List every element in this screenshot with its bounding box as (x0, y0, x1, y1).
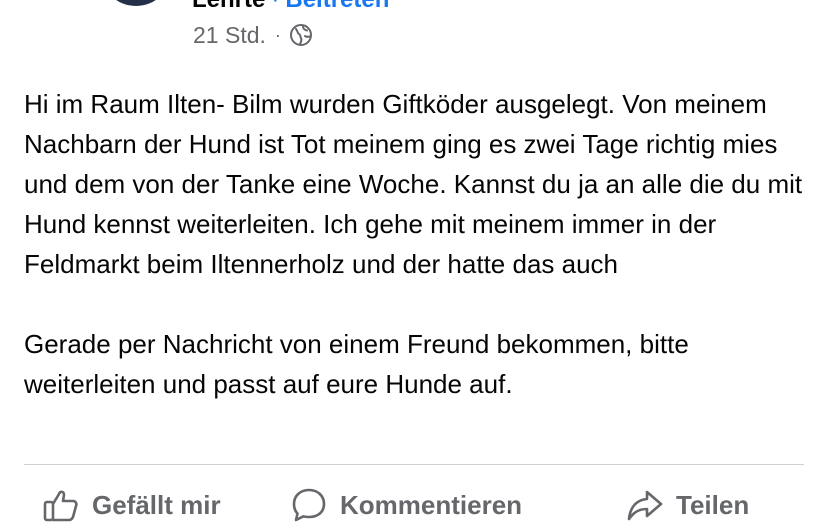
comment-bubble-icon (290, 486, 328, 524)
comment-button-label: Kommentieren (340, 489, 523, 520)
post-meta: 21 Std. · (193, 20, 313, 50)
meta-separator: · (274, 24, 281, 45)
thumbs-up-icon (42, 486, 80, 524)
group-name-link[interactable]: Lehrte (192, 0, 265, 13)
post-timestamp[interactable]: 21 Std. (193, 22, 266, 49)
post-header: Lehrte · Beitreten (192, 0, 389, 12)
header-separator: · (271, 0, 279, 13)
comment-button[interactable]: Kommentieren (290, 480, 522, 530)
globe-icon[interactable] (289, 23, 313, 47)
like-button[interactable]: Gefällt mir (42, 480, 221, 530)
post-paragraph: Gerade per Nachricht von einem Freund be… (24, 329, 689, 399)
post-actions-bar: Gefällt mir Kommentieren Teilen (0, 480, 828, 530)
action-divider (24, 464, 804, 465)
group-avatar[interactable] (100, 0, 172, 6)
share-button-label: Teilen (676, 489, 750, 520)
share-arrow-icon (626, 486, 664, 524)
share-button[interactable]: Teilen (626, 480, 749, 530)
join-group-link[interactable]: Beitreten (285, 0, 389, 13)
like-button-label: Gefällt mir (92, 489, 221, 520)
post-text: Hi im Raum Ilten- Bilm wurden Giftköder … (24, 84, 814, 404)
post-paragraph: Hi im Raum Ilten- Bilm wurden Giftköder … (24, 89, 803, 279)
